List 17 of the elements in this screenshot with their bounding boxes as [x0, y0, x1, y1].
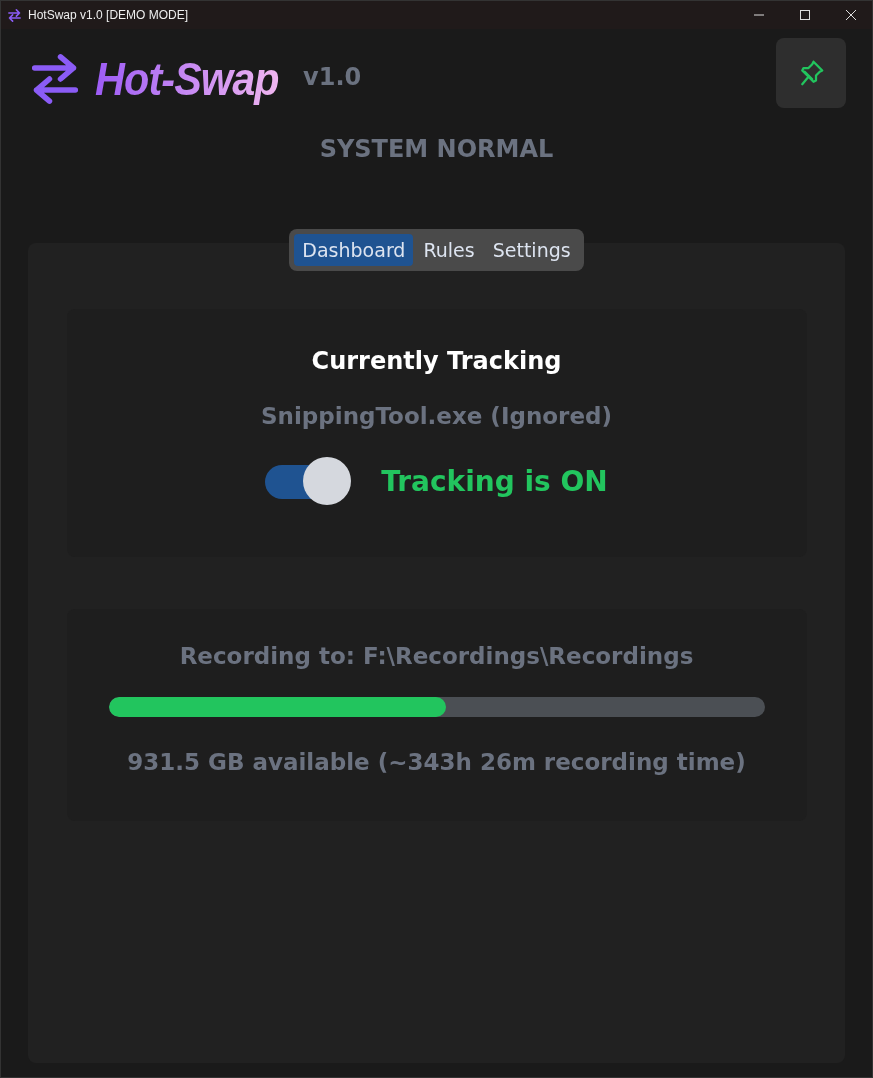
swap-arrows-icon [7, 7, 22, 23]
tracking-status: Tracking is ON [381, 464, 608, 498]
window-title: HotSwap v1.0 [DEMO MODE] [28, 8, 189, 22]
process-name: SnippingTool.exe (Ignored) [261, 403, 612, 429]
tracking-toggle[interactable] [265, 457, 352, 505]
system-status: SYSTEM NORMAL [318, 135, 555, 165]
storage-summary: 931.5 GB available (~343h 26m recording time) [127, 749, 746, 775]
maximize-icon[interactable] [800, 10, 810, 20]
version-label: v1.0 [303, 63, 362, 91]
tab[interactable]: Settings [484, 234, 579, 266]
tab[interactable]: Rules [415, 234, 483, 266]
pin-button[interactable] [776, 38, 846, 108]
recording-path: Recording to: F:\Recordings\Recordings [179, 643, 694, 669]
swap-arrows-icon [31, 53, 79, 105]
card-title: Currently Tracking [311, 347, 562, 375]
close-icon[interactable] [846, 10, 856, 20]
tab[interactable]: Dashboard [294, 234, 414, 266]
